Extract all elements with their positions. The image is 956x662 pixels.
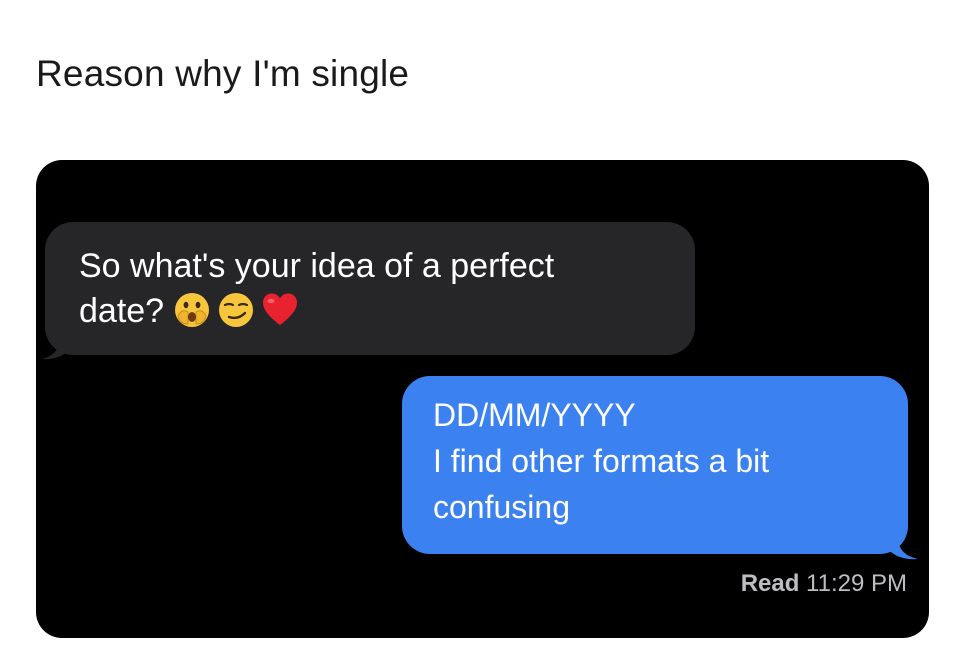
chat-screenshot: So what's your idea of a perfect date? D…	[36, 160, 929, 638]
post-title: Reason why I'm single	[36, 53, 410, 94]
received-message-text: date?	[79, 292, 165, 330]
smirking-face-icon	[219, 293, 254, 328]
read-receipt-time: 11:29 PM	[806, 570, 907, 597]
emoji-group	[168, 290, 300, 330]
sent-message-line: confusing	[433, 489, 570, 525]
sent-message-line: DD/MM/YYYY	[433, 397, 636, 433]
received-message-line: date?	[79, 289, 661, 334]
read-receipt-label: Read	[740, 570, 800, 597]
received-message-line: So what's your idea of a perfect	[79, 247, 555, 285]
read-receipt: Read 11:29 PM	[741, 570, 907, 598]
face-with-hand-over-mouth-icon	[175, 293, 210, 328]
received-message-bubble[interactable]: So what's your idea of a perfect date?	[45, 222, 695, 355]
sent-message-bubble[interactable]: DD/MM/YYYY I find other formats a bit co…	[402, 376, 908, 554]
red-heart-icon	[263, 293, 298, 326]
sent-message-line: I find other formats a bit	[433, 443, 770, 479]
